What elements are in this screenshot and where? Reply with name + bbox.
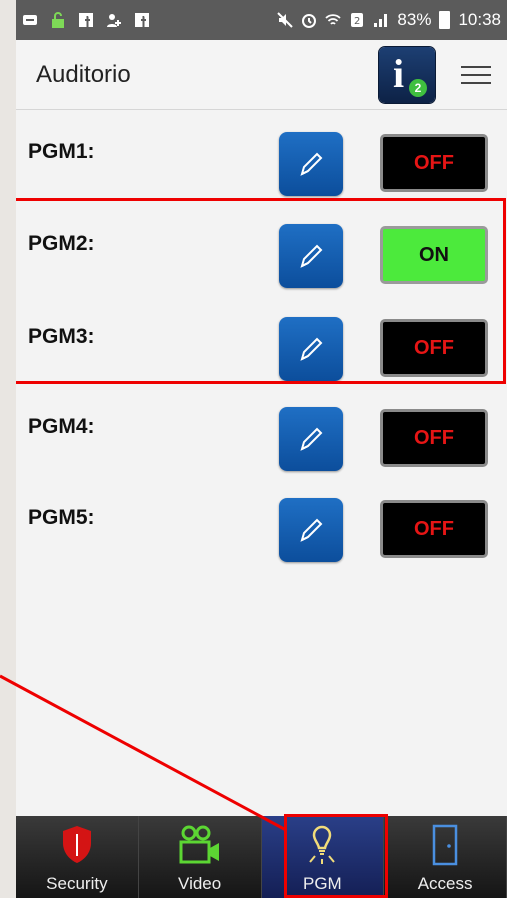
edit-button[interactable] [279, 407, 343, 471]
info-button[interactable]: i 2 [379, 46, 435, 103]
edit-button[interactable] [279, 317, 343, 381]
info-icon: i [393, 50, 405, 96]
wifi-icon [325, 14, 342, 25]
tab-video[interactable]: Video [138, 816, 262, 898]
pencil-icon [300, 427, 323, 451]
pgm-row: PGM5: OFF [16, 494, 507, 564]
video-camera-icon [179, 825, 219, 864]
pgm-toggle-button[interactable]: ON [380, 226, 488, 284]
facebook-icon [79, 13, 93, 27]
pgm-toggle-button[interactable]: OFF [380, 319, 488, 377]
tab-label: PGM [303, 874, 342, 893]
pgm-label: PGM5: [28, 506, 95, 529]
phone-screen: 2 83% 10:38 Auditorio i 2 PGM1: OFF PGM2: O… [16, 0, 507, 898]
alarm-icon [302, 14, 317, 28]
pgm-label: PGM4: [28, 415, 95, 438]
tab-security[interactable]: Security [16, 816, 139, 898]
edit-button[interactable] [279, 224, 343, 288]
tab-label: Security [46, 874, 108, 893]
hamburger-menu-icon[interactable] [461, 65, 491, 84]
light-bulb-icon [309, 825, 336, 864]
pgm-row: PGM4: OFF [16, 403, 507, 473]
pgm-label: PGM3: [28, 325, 95, 348]
pgm-label: PGM1: [28, 140, 95, 163]
shield-icon [62, 826, 91, 863]
door-icon [432, 824, 458, 866]
pgm-row: PGM1: OFF [16, 128, 507, 198]
message-icon [23, 15, 37, 25]
bottom-navigation: Security Video PGM Access [16, 816, 507, 898]
facebook-icon [135, 13, 149, 27]
lock-icon [52, 12, 64, 28]
sim-icon: 2 [351, 13, 364, 27]
pgm-toggle-button[interactable]: OFF [380, 134, 488, 192]
signal-icon [374, 14, 388, 27]
pencil-icon [300, 518, 323, 542]
pgm-toggle-button[interactable]: OFF [380, 409, 488, 467]
tab-pgm[interactable]: PGM [261, 816, 385, 898]
pencil-icon [300, 337, 323, 361]
tab-label: Access [417, 874, 473, 893]
battery-percent: 83% [397, 10, 432, 29]
tab-access[interactable]: Access [384, 816, 507, 898]
pencil-icon [300, 152, 323, 176]
pgm-label: PGM2: [28, 232, 95, 255]
svg-text:2: 2 [354, 16, 360, 27]
battery-icon [439, 11, 451, 29]
add-user-icon [107, 14, 121, 27]
pgm-row: PGM2: ON [16, 220, 507, 290]
edit-button[interactable] [279, 498, 343, 562]
tab-label: Video [178, 874, 222, 893]
page-title: Auditorio [36, 60, 131, 88]
status-bar: 2 83% 10:38 [16, 0, 507, 40]
mute-icon [277, 12, 294, 28]
app-header: Auditorio i 2 [16, 40, 507, 110]
clock: 10:38 [458, 10, 501, 29]
edit-button[interactable] [279, 132, 343, 196]
pgm-row: PGM3: OFF [16, 313, 507, 383]
pgm-toggle-button[interactable]: OFF [380, 500, 488, 558]
pencil-icon [300, 244, 323, 268]
info-badge: 2 [409, 78, 427, 97]
